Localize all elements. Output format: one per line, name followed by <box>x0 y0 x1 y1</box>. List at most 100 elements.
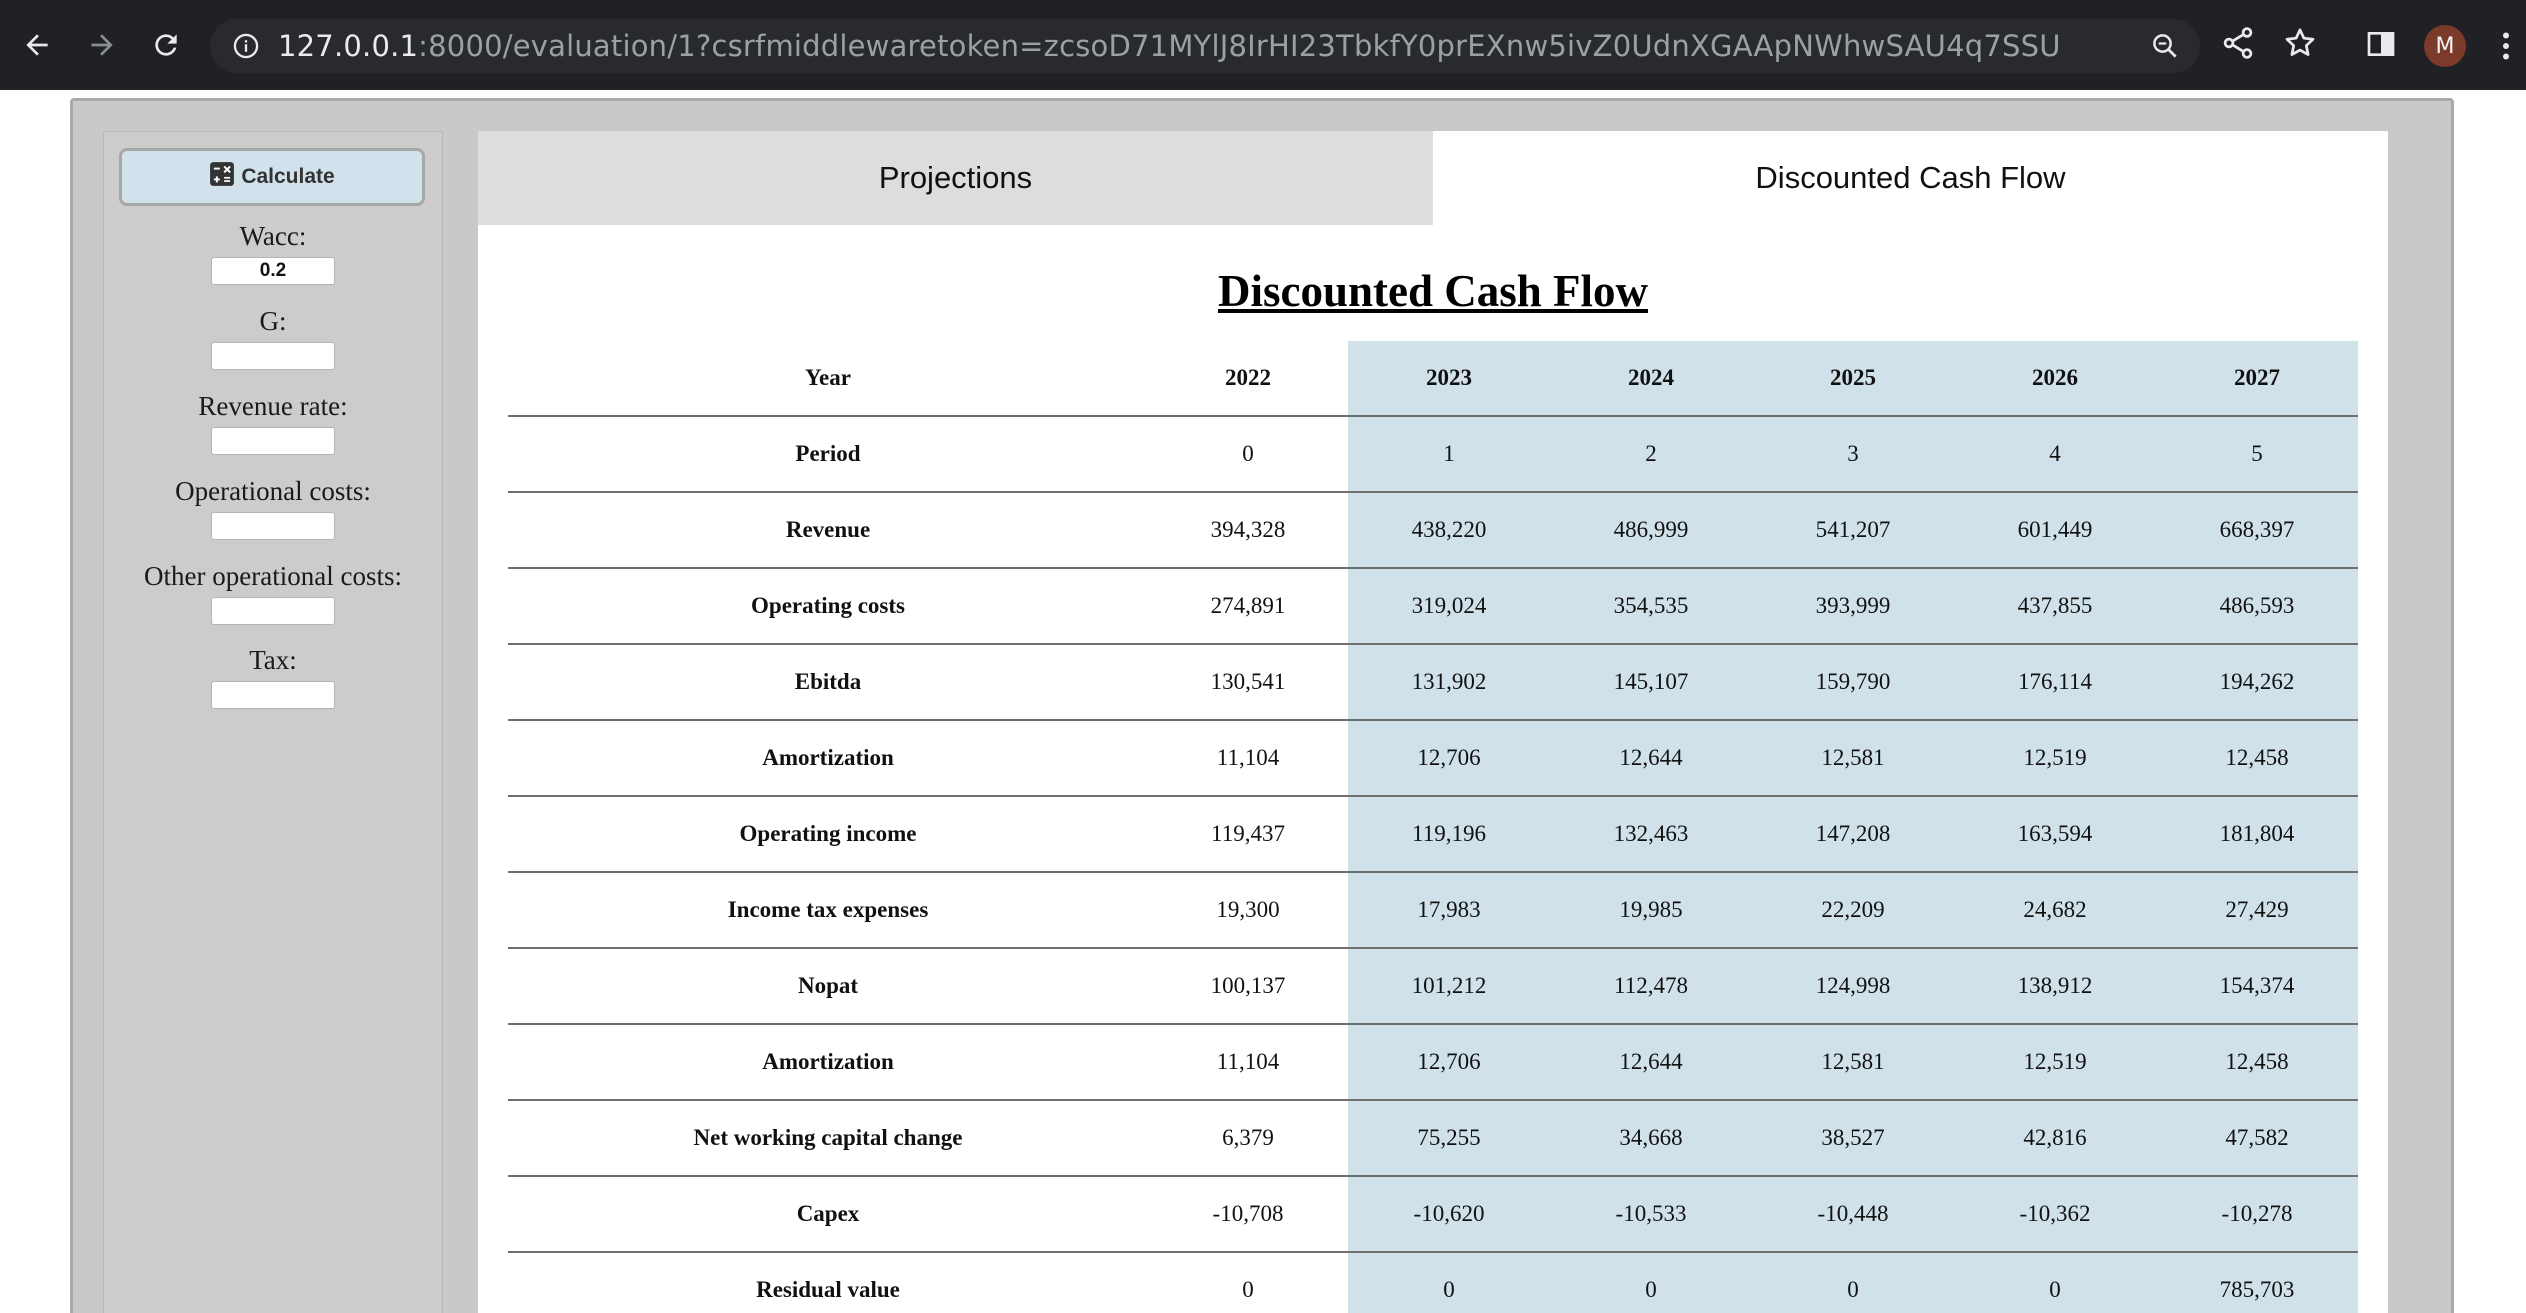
reload-icon[interactable] <box>146 25 186 65</box>
tab-projections[interactable]: Projections <box>478 131 1433 225</box>
header-year: 2026 <box>1954 341 2156 417</box>
table-cell: 12,581 <box>1752 720 1954 797</box>
table-cell: 486,593 <box>2156 568 2358 645</box>
table-row: Amortization 11,104 12,706 12,644 12,581 12,5… <box>508 720 2358 797</box>
table-cell: 11,104 <box>1148 720 1348 797</box>
row-label: Operating income <box>508 796 1148 873</box>
row-label: Amortization <box>508 1024 1148 1101</box>
header-year: 2027 <box>2156 341 2358 417</box>
table-cell: 0 <box>1148 416 1348 493</box>
header-year: 2022 <box>1148 341 1348 417</box>
table-cell: 34,668 <box>1550 1100 1752 1177</box>
param-g: G: <box>104 304 442 370</box>
main-content: Projections Discounted Cash Flow Discoun… <box>478 131 2388 1313</box>
table-cell: 163,594 <box>1954 796 2156 873</box>
tab-discounted-cash-flow[interactable]: Discounted Cash Flow <box>1433 131 2388 225</box>
table-row: Operating costs 274,891 319,024 354,535 393,… <box>508 568 2358 645</box>
table-cell: 159,790 <box>1752 644 1954 721</box>
more-menu-icon[interactable] <box>2496 28 2516 64</box>
url-host: 127.0.0.1 <box>278 29 419 63</box>
table-cell: 486,999 <box>1550 492 1752 569</box>
table-cell: 75,255 <box>1348 1100 1550 1177</box>
row-label: Residual value <box>508 1252 1148 1313</box>
operational-costs-input[interactable] <box>211 512 335 540</box>
url-text[interactable]: 127.0.0.1:8000/evaluation/1?csrfmiddlewa… <box>278 19 2058 73</box>
table-cell: 119,196 <box>1348 796 1550 873</box>
param-wacc: Wacc: <box>104 219 442 285</box>
table-cell: 154,374 <box>2156 948 2358 1025</box>
other-operational-costs-label: Other operational costs: <box>144 561 402 591</box>
tax-input[interactable] <box>211 681 335 709</box>
param-revenue-rate: Revenue rate: <box>104 389 442 455</box>
tax-label: Tax: <box>249 645 297 675</box>
table-cell: 12,644 <box>1550 1024 1752 1101</box>
table-cell: 176,114 <box>1954 644 2156 721</box>
table-cell: -10,278 <box>2156 1176 2358 1253</box>
share-icon[interactable] <box>2220 25 2256 61</box>
row-label: Income tax expenses <box>508 872 1148 949</box>
calculate-button[interactable]: Calculate <box>119 148 425 206</box>
table-cell: 181,804 <box>2156 796 2358 873</box>
table-row: Net working capital change 6,379 75,255 34,… <box>508 1100 2358 1177</box>
table-cell: 194,262 <box>2156 644 2358 721</box>
row-label: Net working capital change <box>508 1100 1148 1177</box>
table-row: Revenue 394,328 438,220 486,999 541,207 601,4… <box>508 492 2358 569</box>
table-cell: 601,449 <box>1954 492 2156 569</box>
row-label: Nopat <box>508 948 1148 1025</box>
row-label: Revenue <box>508 492 1148 569</box>
table-cell: 319,024 <box>1348 568 1550 645</box>
table-cell: 668,397 <box>2156 492 2358 569</box>
browser-toolbar: 127.0.0.1:8000/evaluation/1?csrfmiddlewa… <box>0 0 2526 90</box>
table-cell: 393,999 <box>1752 568 1954 645</box>
info-icon[interactable] <box>232 32 260 60</box>
evaluation-container: Calculate Wacc: G: Revenue rate: Operati… <box>70 98 2454 1313</box>
table-row: Period 0 1 2 3 4 5 <box>508 416 2358 493</box>
table-cell: -10,620 <box>1348 1176 1550 1253</box>
table-cell: 17,983 <box>1348 872 1550 949</box>
table-cell: 0 <box>1752 1252 1954 1313</box>
table-cell: 12,581 <box>1752 1024 1954 1101</box>
param-other-operational-costs: Other operational costs: <box>104 559 442 625</box>
table-cell: 354,535 <box>1550 568 1752 645</box>
table-cell: 101,212 <box>1348 948 1550 1025</box>
table-row: Capex -10,708 -10,620 -10,533 -10,448 -10,362… <box>508 1176 2358 1253</box>
address-bar[interactable]: 127.0.0.1:8000/evaluation/1?csrfmiddlewa… <box>210 19 2200 73</box>
revenue-rate-label: Revenue rate: <box>198 391 348 421</box>
table-cell: 124,998 <box>1752 948 1954 1025</box>
g-label: G: <box>259 306 287 336</box>
table-cell: 112,478 <box>1550 948 1752 1025</box>
table-cell: 119,437 <box>1148 796 1348 873</box>
revenue-rate-input[interactable] <box>211 427 335 455</box>
table-cell: 0 <box>1954 1252 2156 1313</box>
table-cell: -10,362 <box>1954 1176 2156 1253</box>
table-cell: 132,463 <box>1550 796 1752 873</box>
table-cell: 4 <box>1954 416 2156 493</box>
bookmark-star-icon[interactable] <box>2282 25 2318 61</box>
back-arrow-icon[interactable] <box>17 25 57 65</box>
table-row: Income tax expenses 19,300 17,983 19,985 22,… <box>508 872 2358 949</box>
table-cell: 12,458 <box>2156 720 2358 797</box>
side-panel-icon[interactable] <box>2365 28 2397 60</box>
dcf-table: Year 2022 2023 2024 2025 2026 2027 Perio… <box>508 341 2358 1313</box>
row-label: Capex <box>508 1176 1148 1253</box>
table-cell: 438,220 <box>1348 492 1550 569</box>
forward-arrow-icon[interactable] <box>82 25 122 65</box>
profile-avatar[interactable]: M <box>2424 25 2466 67</box>
table-cell: 6,379 <box>1148 1100 1348 1177</box>
zoom-icon[interactable] <box>2150 31 2180 61</box>
g-input[interactable] <box>211 342 335 370</box>
table-row: Ebitda 130,541 131,902 145,107 159,790 176,11… <box>508 644 2358 721</box>
param-tax: Tax: <box>104 643 442 709</box>
table-cell: 145,107 <box>1550 644 1752 721</box>
other-operational-costs-input[interactable] <box>211 597 335 625</box>
row-label: Operating costs <box>508 568 1148 645</box>
operational-costs-label: Operational costs: <box>175 476 371 506</box>
table-cell: 42,816 <box>1954 1100 2156 1177</box>
table-cell: -10,448 <box>1752 1176 1954 1253</box>
table-cell: 22,209 <box>1752 872 1954 949</box>
table-cell: 12,644 <box>1550 720 1752 797</box>
table-cell: 394,328 <box>1148 492 1348 569</box>
wacc-input[interactable] <box>211 257 335 285</box>
page-viewport: Calculate Wacc: G: Revenue rate: Operati… <box>0 90 2526 1313</box>
table-cell: 27,429 <box>2156 872 2358 949</box>
